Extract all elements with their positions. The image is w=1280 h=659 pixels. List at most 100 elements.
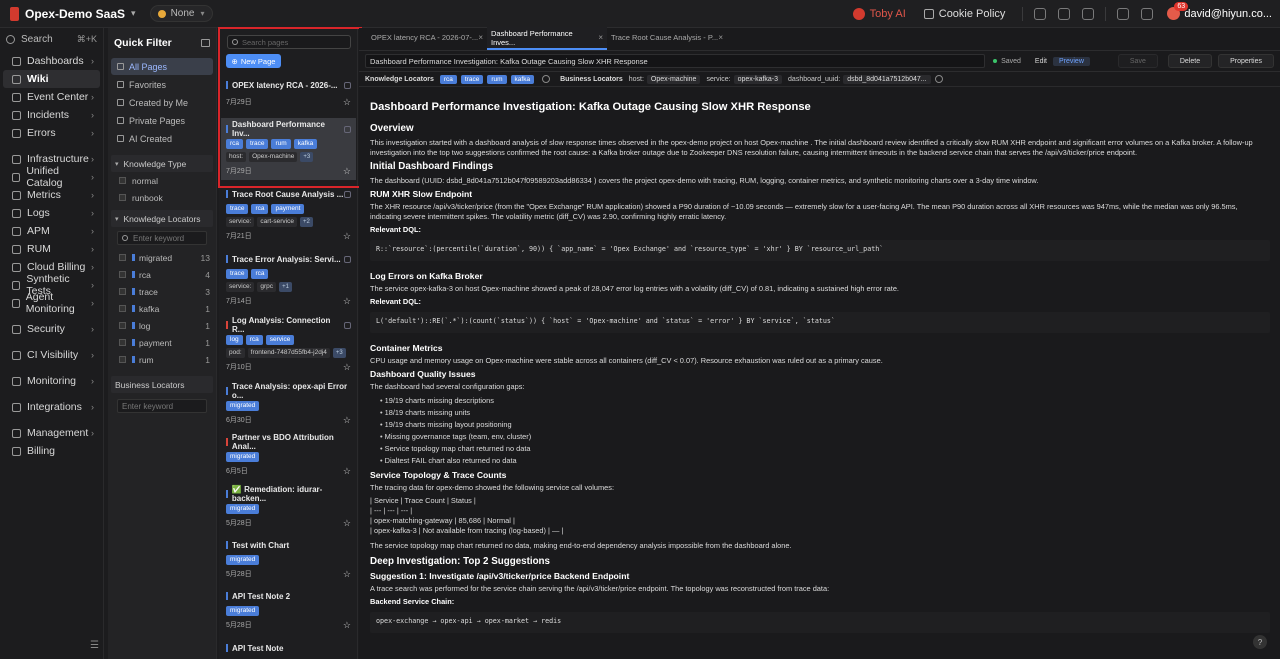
page-card[interactable]: Trace Error Analysis: Servi... trace rca… [221,252,356,314]
page-card[interactable]: Trace Root Cause Analysis ... trace rca … [221,187,356,249]
global-search[interactable]: Search ⌘+K [6,31,97,47]
preview-mode-button[interactable]: Preview [1052,56,1090,66]
cookie-policy-link[interactable]: Cookie Policy [923,8,1005,20]
page-card[interactable]: API Test Note [221,641,356,659]
locator-tag[interactable]: trace [460,74,484,84]
checkbox[interactable] [119,177,126,184]
filter-private-pages[interactable]: Private Pages [111,112,213,129]
locator-migrated[interactable]: migrated 13 [108,249,216,266]
layout-icon[interactable] [1058,7,1071,20]
star-icon[interactable]: ☆ [343,97,351,108]
nav-unified-catalog[interactable]: Unified Catalog › [3,165,100,189]
page-card[interactable]: Log Analysis: Connection R... log rca se… [221,316,356,380]
nav-logs[interactable]: Logs › [3,204,100,222]
edit-mode-button[interactable]: Edit [1029,57,1053,66]
add-tag-icon[interactable] [542,75,551,83]
knowledge-type-normal[interactable]: normal [108,172,216,189]
locator-rca[interactable]: rca 4 [108,266,216,283]
business-locators-section[interactable]: Business Locators [111,376,213,393]
code-block[interactable]: L('default')::RE(`.*`):(count(`status`))… [370,312,1270,333]
nav-apm[interactable]: APM › [3,222,100,240]
locator-tag[interactable]: rum [487,74,507,84]
save-button[interactable]: Save [1117,54,1158,68]
nav-integrations[interactable]: Integrations › [3,398,100,416]
checkbox[interactable] [119,356,126,363]
knowledge-locators-section[interactable]: ▾ Knowledge Locators [111,210,213,227]
knowledge-type-section[interactable]: ▾ Knowledge Type [111,155,213,172]
locator-tag[interactable]: kafka [510,74,535,84]
nav-wiki[interactable]: Wiki [3,70,100,88]
locator-tag[interactable]: rca [439,74,457,84]
user-icon[interactable] [1117,7,1130,20]
help-circle-icon[interactable] [1141,7,1154,20]
page-card[interactable]: ✅ Remediation: idurar-backen... migrated… [221,485,356,535]
checkbox[interactable] [119,339,126,346]
star-icon[interactable]: ☆ [343,296,351,307]
tab-opex-latency[interactable]: OPEX latency RCA - 2026-07-... × [367,27,487,50]
toby-ai-button[interactable]: Toby AI [852,7,906,20]
nav-errors[interactable]: Errors › [3,124,100,142]
nav-security[interactable]: Security › [3,320,100,338]
close-icon[interactable]: × [478,33,483,42]
locator-payment[interactable]: payment 1 [108,334,216,351]
star-icon[interactable]: ☆ [343,415,351,426]
page-card[interactable]: Trace Analysis: opex-api Error o... migr… [221,382,356,432]
send-icon[interactable] [1082,7,1095,20]
page-card[interactable]: API Test Note 2 migrated 5月28日 ☆ [221,589,356,637]
delete-button[interactable]: Delete [1167,54,1213,68]
locator-value[interactable]: dsbd_8d041a7512b047... [843,74,931,84]
nav-billing[interactable]: Billing [3,442,100,460]
star-icon[interactable]: ☆ [343,466,351,477]
filter-ai-created[interactable]: AI Created [111,130,213,147]
filter-favorites[interactable]: Favorites [111,76,213,93]
star-icon[interactable]: ☆ [343,362,351,373]
close-icon[interactable]: × [598,33,603,42]
nav-incidents[interactable]: Incidents › [3,106,100,124]
page-card-active[interactable]: Dashboard Performance Inv... rca trace r… [221,118,356,180]
user-menu[interactable]: 63 david@hiyun.co... [1167,2,1272,20]
new-page-button[interactable]: ⊕ New Page [226,54,281,68]
nav-agent-monitoring[interactable]: Agent Monitoring › [3,291,100,315]
checkbox[interactable] [119,305,126,312]
tab-dashboard-performance[interactable]: Dashboard Performance Inves... × [487,27,607,50]
knowledge-locator-search[interactable]: Enter keyword [117,231,207,245]
page-card[interactable]: Partner vs BDO Attribution Anal... migra… [221,433,356,483]
code-block[interactable]: opex-exchange → opex-api → opex-market →… [370,612,1270,633]
add-locator-icon[interactable] [934,75,943,83]
properties-button[interactable]: Properties [1218,54,1274,68]
close-icon[interactable]: × [718,33,723,42]
nav-ci-visibility[interactable]: CI Visibility › [3,346,100,364]
nav-dashboards[interactable]: Dashboards › [3,52,100,70]
locator-log[interactable]: log 1 [108,317,216,334]
locator-kafka[interactable]: kafka 1 [108,300,216,317]
nav-rum[interactable]: RUM › [3,240,100,258]
panel-toggle-icon[interactable] [201,39,210,47]
page-title-input[interactable]: Dashboard Performance Investigation: Kaf… [365,54,986,68]
checkbox[interactable] [119,254,126,261]
star-icon[interactable]: ☆ [343,620,351,631]
nav-event-center[interactable]: Event Center › [3,88,100,106]
collapse-sidebar-icon[interactable]: ☰ [90,640,99,651]
locator-trace[interactable]: trace 3 [108,283,216,300]
star-icon[interactable]: ☆ [343,166,351,177]
checkbox[interactable] [119,322,126,329]
star-icon[interactable]: ☆ [343,518,351,529]
checkbox[interactable] [119,271,126,278]
org-switcher[interactable]: Opex-Demo SaaS ▾ [10,6,136,21]
code-icon[interactable] [1034,7,1047,20]
help-button[interactable]: ? [1253,635,1267,649]
locator-rum[interactable]: rum 1 [108,351,216,368]
locator-value[interactable]: opex-kafka-3 [733,74,783,84]
page-search-input[interactable]: Search pages [227,35,351,49]
locator-value[interactable]: Opex-machine [646,74,701,84]
star-icon[interactable]: ☆ [343,231,351,242]
filter-all-pages[interactable]: All Pages [111,58,213,75]
knowledge-type-runbook[interactable]: runbook [108,189,216,206]
code-block[interactable]: R::`resource`:(percentile(`duration`, 90… [370,240,1270,261]
nav-monitoring[interactable]: Monitoring › [3,372,100,390]
workspace-selector[interactable]: None ▾ [149,5,213,22]
tab-trace-root-cause[interactable]: Trace Root Cause Analysis - P... × [607,27,727,50]
checkbox[interactable] [119,194,126,201]
business-locator-search[interactable]: Enter keyword [117,399,207,413]
page-card[interactable]: OPEX latency RCA - 2026-... 7月29日 ☆ [221,78,356,112]
